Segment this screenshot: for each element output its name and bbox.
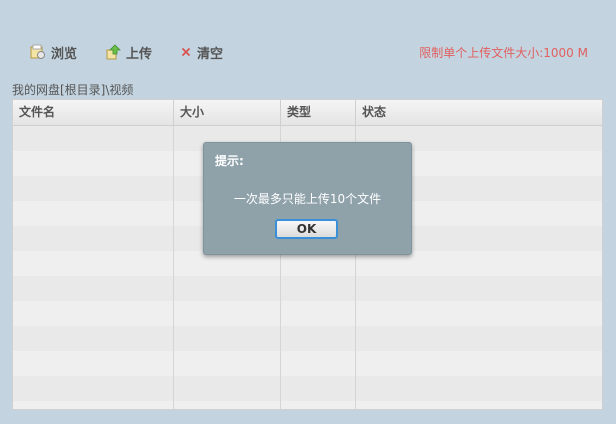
empty-cell	[13, 351, 174, 376]
breadcrumb: 我的网盘[根目录]\视频	[12, 83, 134, 97]
empty-cell	[13, 376, 174, 401]
empty-cell	[13, 276, 174, 301]
browse-folder-icon	[30, 44, 46, 60]
empty-table-row	[13, 401, 602, 409]
empty-table-row	[13, 376, 602, 401]
empty-cell	[13, 401, 174, 409]
empty-cell	[356, 301, 602, 326]
empty-cell	[281, 301, 356, 326]
upload-label: 上传	[126, 46, 153, 62]
empty-cell	[13, 226, 174, 251]
empty-cell	[13, 126, 174, 151]
empty-cell	[356, 326, 602, 351]
column-filename[interactable]: 文件名	[13, 100, 174, 125]
empty-cell	[174, 326, 281, 351]
empty-cell	[281, 351, 356, 376]
upload-button[interactable]: 上传	[105, 43, 152, 62]
dialog-message: 一次最多只能上传10个文件	[233, 192, 382, 206]
column-size[interactable]: 大小	[174, 100, 281, 125]
empty-cell	[281, 376, 356, 401]
empty-table-row	[13, 276, 602, 301]
alert-dialog: 提示: 一次最多只能上传10个文件 OK	[203, 142, 412, 255]
empty-cell	[174, 351, 281, 376]
empty-cell	[356, 351, 602, 376]
empty-cell	[13, 201, 174, 226]
empty-cell	[13, 251, 174, 276]
empty-table-row	[13, 351, 602, 376]
empty-cell	[356, 276, 602, 301]
empty-cell	[174, 276, 281, 301]
browse-label: 浏览	[51, 46, 78, 62]
upload-toolbar: 浏览 上传 清空 限制单个上传文件大小:1000 M	[12, 30, 602, 74]
empty-cell	[174, 401, 281, 409]
clear-label: 清空	[197, 46, 224, 62]
empty-table-row	[13, 326, 602, 351]
empty-table-row	[13, 301, 602, 326]
empty-cell	[356, 376, 602, 401]
dialog-title: 提示:	[215, 154, 244, 168]
empty-cell	[356, 401, 602, 409]
browse-button[interactable]: 浏览	[30, 43, 77, 62]
clear-x-icon	[180, 46, 192, 58]
empty-cell	[13, 176, 174, 201]
empty-cell	[174, 301, 281, 326]
column-status[interactable]: 状态	[356, 100, 602, 125]
column-type[interactable]: 类型	[281, 100, 356, 125]
upload-icon	[105, 44, 121, 60]
clear-button[interactable]: 清空	[180, 43, 223, 62]
empty-cell	[174, 376, 281, 401]
empty-cell	[13, 326, 174, 351]
empty-cell	[281, 326, 356, 351]
upload-size-limit: 限制单个上传文件大小:1000 M	[419, 46, 588, 60]
empty-cell	[13, 301, 174, 326]
table-header: 文件名 大小 类型 状态	[13, 100, 602, 126]
ok-button[interactable]: OK	[275, 219, 338, 239]
empty-cell	[281, 276, 356, 301]
empty-cell	[281, 401, 356, 409]
empty-cell	[13, 151, 174, 176]
